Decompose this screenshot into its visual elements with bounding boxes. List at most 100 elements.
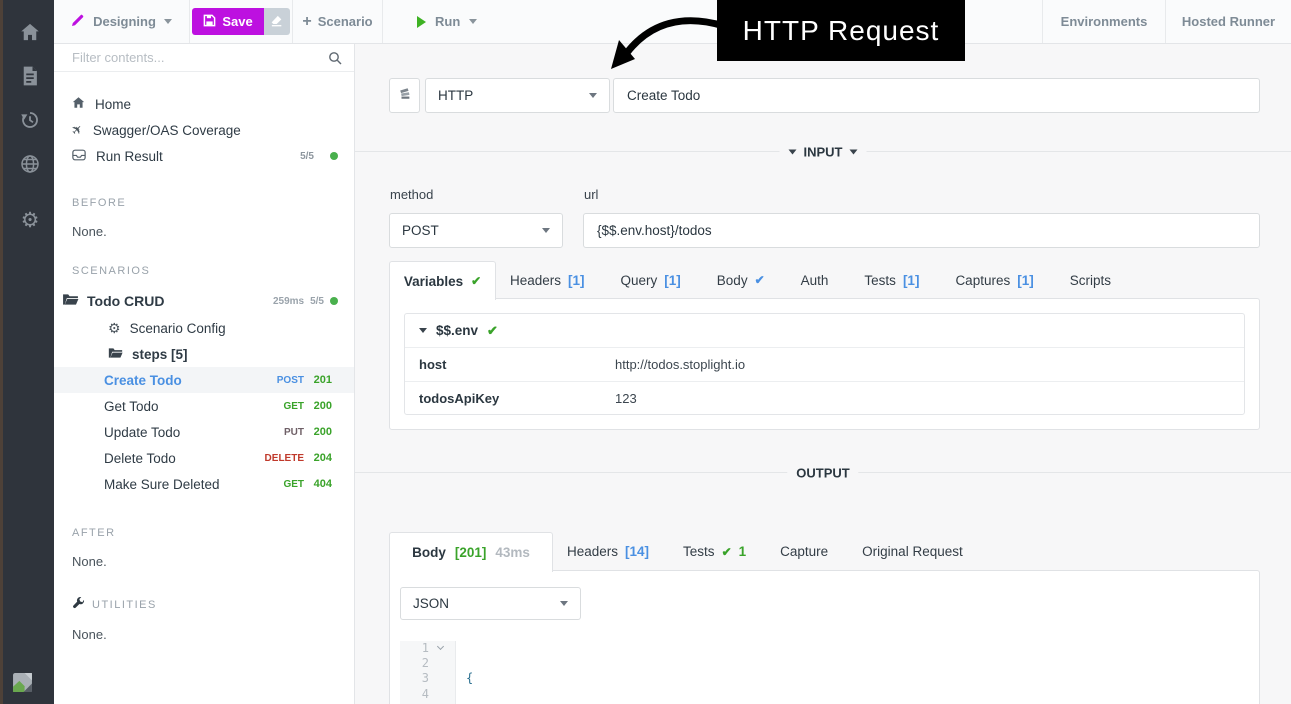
globe-rail-icon[interactable] <box>3 142 57 186</box>
duration-badge: 43ms <box>495 545 530 560</box>
step-update-todo[interactable]: Update Todo PUT 200 <box>54 419 354 445</box>
tab-output-headers[interactable]: Headers [14] <box>567 544 649 559</box>
step-type-select[interactable]: HTTP <box>425 78 610 113</box>
method-badge: GET <box>283 400 304 412</box>
filter-input[interactable] <box>54 44 354 71</box>
step-create-todo[interactable]: Create Todo POST 201 <box>54 367 354 393</box>
home-rail-icon[interactable] <box>3 10 57 54</box>
scenario-config-item[interactable]: ⚙ Scenario Config <box>54 315 354 341</box>
filter-row <box>54 44 354 72</box>
count-badge: [1] <box>568 272 585 288</box>
utilities-empty: None. <box>72 627 107 642</box>
input-section-toggle[interactable]: INPUT <box>779 144 867 159</box>
environments-button[interactable]: Environments <box>1042 0 1165 43</box>
count-badge: [1] <box>664 272 681 288</box>
check-icon <box>471 274 481 288</box>
step-make-sure-deleted[interactable]: Make Sure Deleted GET 404 <box>54 471 354 497</box>
tab-auth[interactable]: Auth <box>801 273 829 288</box>
env-variables-table: $$.env host http://todos.stoplight.io to… <box>404 313 1245 415</box>
tab-output-capture[interactable]: Capture <box>780 544 828 559</box>
before-empty: None. <box>72 224 107 239</box>
tab-tests[interactable]: Tests [1] <box>864 273 919 288</box>
tab-output-original-request[interactable]: Original Request <box>862 544 963 559</box>
scenario-todo-crud[interactable]: Todo CRUD 259ms 5/5 <box>54 287 354 315</box>
status-code: 200 <box>313 400 332 412</box>
sidebar-item-label: Swagger/OAS Coverage <box>92 122 241 138</box>
search-icon <box>328 51 342 68</box>
env-group-header[interactable]: $$.env <box>405 314 1244 348</box>
variables-panel: $$.env host http://todos.stoplight.io to… <box>389 298 1260 430</box>
scenario-config-label: Scenario Config <box>129 320 226 336</box>
method-badge: POST <box>276 374 304 386</box>
check-icon <box>755 273 765 287</box>
response-body-editor[interactable]: 1 2 3 4 { "completed": null, "completed_… <box>400 641 1251 704</box>
hosted-runner-button[interactable]: Hosted Runner <box>1165 0 1291 43</box>
save-button[interactable]: Save <box>192 8 264 35</box>
after-empty: None. <box>72 554 107 569</box>
tab-query[interactable]: Query [1] <box>621 273 681 288</box>
sidebar-item-run-result[interactable]: Run Result 5/5 <box>54 143 354 169</box>
method-select[interactable]: POST <box>389 213 563 248</box>
pencil-icon <box>71 13 85 30</box>
url-label: url <box>584 187 599 202</box>
inbox-icon <box>72 149 86 164</box>
settings-gear-icon[interactable]: ⚙ <box>3 198 57 242</box>
status-code: 404 <box>313 478 332 490</box>
document-rail-icon[interactable] <box>3 54 57 98</box>
status-badge: [201] <box>454 545 487 560</box>
variable-value: http://todos.stoplight.io <box>615 357 746 372</box>
triangle-down-icon <box>788 149 797 154</box>
output-section-label-wrap: OUTPUT <box>787 465 859 480</box>
triangle-down-icon <box>419 328 427 333</box>
tab-body[interactable]: Body <box>717 273 765 288</box>
variable-value: 123 <box>615 390 637 406</box>
line-number: 1 <box>421 641 429 655</box>
line-number: 4 <box>421 686 429 701</box>
step-name-input[interactable] <box>613 78 1260 113</box>
input-tabbar: Variables Headers[1] Query[1] Body Auth … <box>389 261 1291 300</box>
annotation-label: HTTP Request <box>742 14 940 46</box>
status-dot <box>330 297 338 305</box>
plane-icon: ✈ <box>67 120 87 139</box>
hosted-runner-label: Hosted Runner <box>1181 14 1276 29</box>
sidebar-item-swagger-coverage[interactable]: ✈ Swagger/OAS Coverage <box>54 117 354 143</box>
sidebar-item-label: Home <box>95 96 132 112</box>
url-input[interactable] <box>583 213 1260 248</box>
status-dot <box>330 152 338 160</box>
save-group: Save <box>190 0 293 43</box>
history-rail-icon[interactable] <box>3 98 57 142</box>
check-icon <box>722 545 732 559</box>
tab-captures[interactable]: Captures [1] <box>955 273 1033 288</box>
steps-folder-label: steps [5] <box>132 346 188 362</box>
output-tabbar: Body [201] 43ms Headers[14] Tests1 Captu… <box>389 532 1291 572</box>
status-code: 200 <box>313 426 332 438</box>
variable-row[interactable]: host http://todos.stoplight.io <box>405 348 1244 381</box>
annotation-arrow <box>611 17 726 69</box>
discard-button[interactable] <box>263 8 290 35</box>
step-type-value: HTTP <box>438 88 474 103</box>
step-delete-todo[interactable]: Delete Todo DELETE 204 <box>54 445 354 471</box>
count-badge: [1] <box>1017 272 1034 288</box>
tab-headers[interactable]: Headers [1] <box>510 273 585 288</box>
run-button[interactable]: Run <box>383 0 478 43</box>
fold-chevron-icon[interactable] <box>436 642 445 651</box>
tab-variables[interactable]: Variables <box>389 261 496 300</box>
add-scenario-button[interactable]: + Scenario <box>293 0 383 43</box>
tab-scripts[interactable]: Scripts <box>1070 273 1111 288</box>
designing-mode-button[interactable]: Designing <box>54 0 190 43</box>
variable-row[interactable]: todosApiKey 123 <box>405 381 1244 414</box>
step-get-todo[interactable]: Get Todo GET 200 <box>54 393 354 419</box>
reference-book-button[interactable] <box>389 78 420 113</box>
sidebar-item-home[interactable]: Home <box>54 91 354 117</box>
pass-badge: 5/5 <box>310 295 324 307</box>
line-number: 2 <box>421 656 429 671</box>
tab-output-body[interactable]: Body [201] 43ms <box>389 532 553 572</box>
tab-output-tests[interactable]: Tests1 <box>683 544 746 559</box>
content-type-select[interactable]: JSON <box>400 587 581 620</box>
designing-label: Designing <box>93 14 156 29</box>
output-section-divider: OUTPUT <box>355 465 1291 480</box>
folder-open-icon <box>108 347 123 362</box>
line-number: 3 <box>421 671 429 686</box>
steps-folder-item[interactable]: steps [5] <box>54 341 354 367</box>
chevron-down-icon <box>469 19 478 24</box>
